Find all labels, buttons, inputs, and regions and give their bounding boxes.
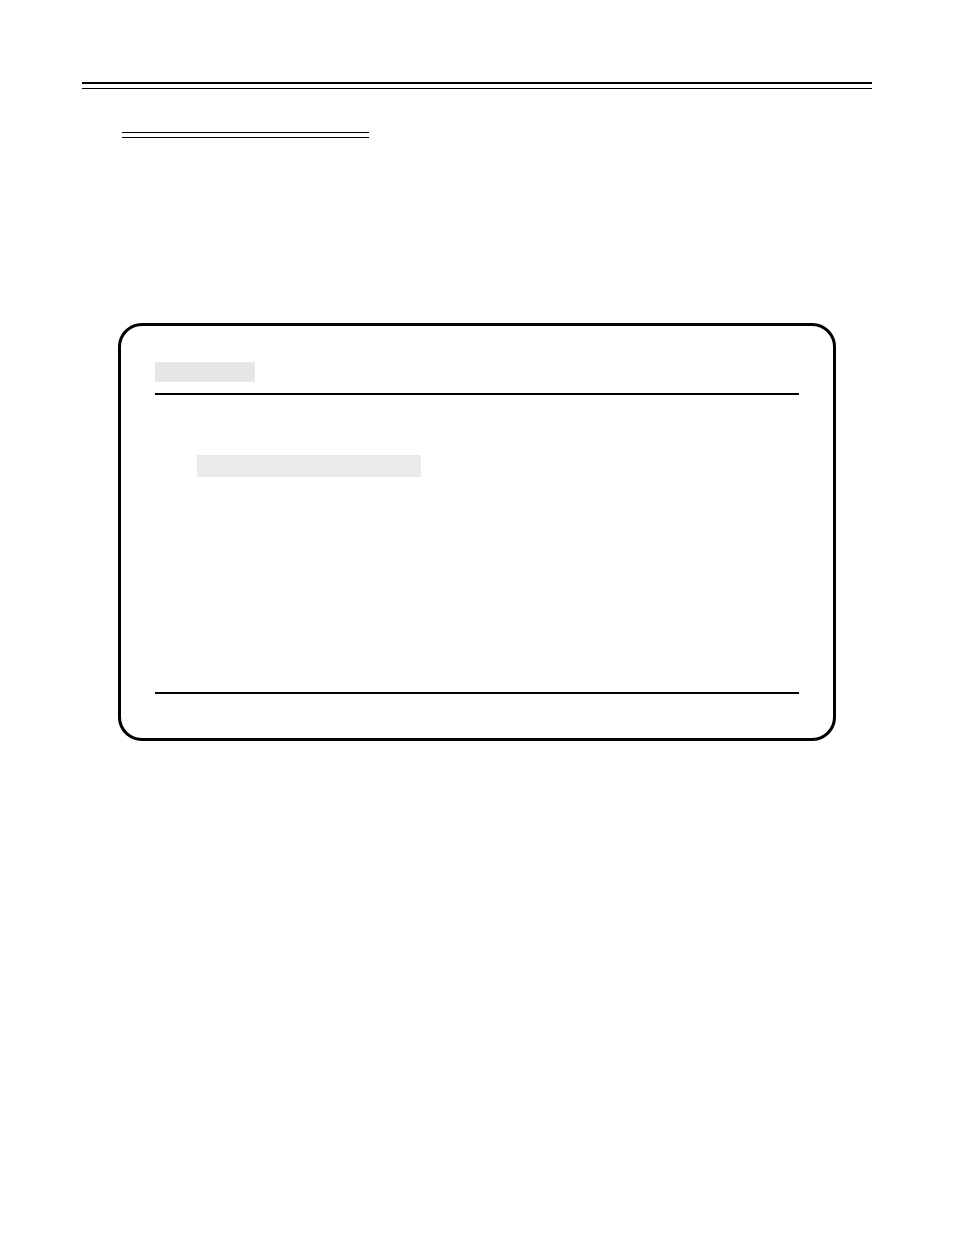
heading-rule-top [122, 132, 369, 133]
callout-card [118, 323, 836, 741]
card-header-rule [155, 362, 799, 395]
highlight-badge-1 [155, 362, 255, 382]
section-heading-box [122, 132, 369, 138]
highlight-badge-2 [197, 455, 421, 477]
card-body [155, 395, 799, 482]
page-top-double-rule [82, 82, 872, 89]
heading-rule-bottom [122, 137, 369, 138]
page [0, 0, 954, 741]
card-footer-rule [155, 692, 799, 694]
